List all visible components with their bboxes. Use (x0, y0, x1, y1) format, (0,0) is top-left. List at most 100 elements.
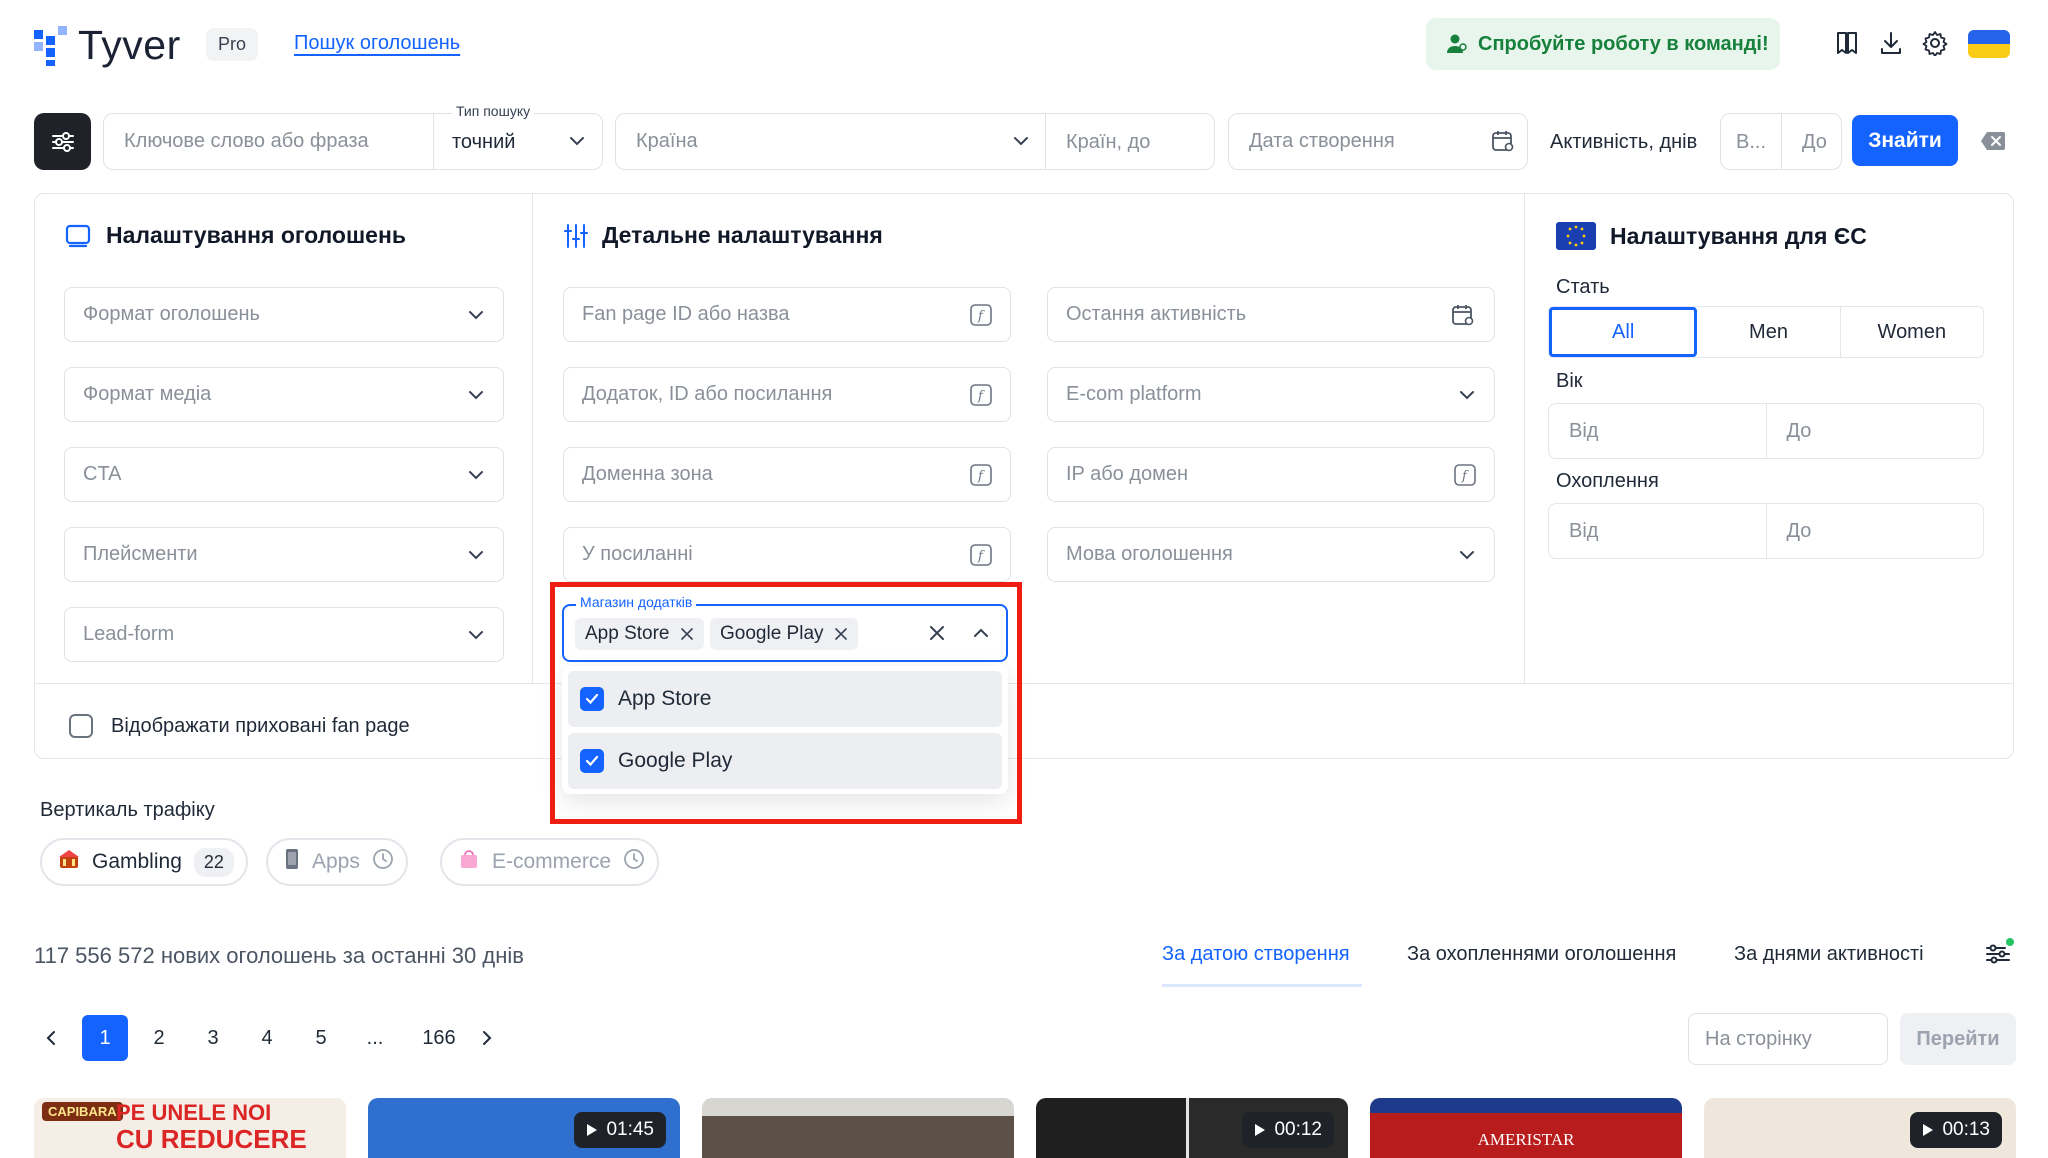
pill-label: Gambling (92, 850, 182, 873)
gear-icon[interactable] (1920, 28, 1950, 58)
search-type-label: Тип пошуку (452, 103, 535, 119)
team-trial-button[interactable]: Спробуйте роботу в команді! (1426, 18, 1780, 70)
clear-filters-icon[interactable] (1980, 130, 2006, 152)
per-page-input[interactable]: На сторінку (1688, 1013, 1888, 1065)
app-link-input[interactable]: Додаток, ID або посилання f (563, 367, 1011, 422)
reach-to-input[interactable]: До (1767, 504, 1984, 558)
casino-icon (58, 848, 80, 876)
ad-language-select[interactable]: Мова оголошення (1047, 527, 1495, 582)
function-icon: f (970, 383, 992, 406)
calendar-icon[interactable] (1490, 128, 1516, 154)
view-settings-icon[interactable] (1984, 938, 2014, 968)
page-button[interactable]: 3 (190, 1015, 236, 1061)
reach-from-input[interactable]: Від (1549, 504, 1767, 558)
search-ads-link[interactable]: Пошук оголошень (294, 32, 460, 55)
ad-thumbnail[interactable] (702, 1098, 1014, 1158)
fan-page-input[interactable]: Fan page ID або назва f (563, 287, 1011, 342)
divider (1524, 194, 1525, 684)
created-date-input[interactable]: Дата створення (1228, 113, 1528, 170)
user-icon (1446, 33, 1468, 55)
team-trial-label: Спробуйте роботу в команді! (1478, 32, 1769, 55)
apps-pill[interactable]: Apps (266, 838, 408, 886)
search-type-select[interactable]: точний (452, 131, 515, 154)
age-to-input[interactable]: До (1767, 404, 1984, 458)
gender-all-option[interactable]: All (1549, 307, 1698, 357)
sliders-icon (50, 129, 76, 155)
duration-label: 00:12 (1274, 1119, 1322, 1140)
page-button[interactable]: 2 (136, 1015, 182, 1061)
ad-thumbnail[interactable]: AMERISTAR (1370, 1098, 1682, 1158)
ad-thumbnail[interactable]: 00:13 (1704, 1098, 2016, 1158)
play-icon (1923, 1124, 1934, 1136)
fan-page-placeholder: Fan page ID або назва (582, 303, 790, 325)
divider (1781, 113, 1782, 170)
calendar-icon (1452, 304, 1474, 325)
ad-format-select[interactable]: Формат оголошень (64, 287, 504, 342)
country-placeholder: Країна (636, 130, 698, 152)
gender-women-option[interactable]: Women (1841, 307, 1983, 357)
last-activity-input[interactable]: Остання активність (1047, 287, 1495, 342)
age-range: Від До (1548, 403, 1984, 459)
next-page-icon[interactable] (464, 1015, 510, 1061)
page-button[interactable]: 4 (244, 1015, 290, 1061)
clock-icon (623, 848, 645, 876)
placements-select[interactable]: Плейсменти (64, 527, 504, 582)
media-format-select[interactable]: Формат медіа (64, 367, 504, 422)
thumb-brand: AMERISTAR (1477, 1130, 1575, 1149)
divider (433, 113, 434, 170)
in-link-input[interactable]: У посиланні f (563, 527, 1011, 582)
divider (532, 194, 533, 684)
duration-label: 01:45 (606, 1119, 654, 1140)
ad-thumbnail[interactable]: 01:45 (368, 1098, 680, 1158)
page-button[interactable]: 5 (298, 1015, 344, 1061)
ad-language-placeholder: Мова оголошення (1066, 543, 1233, 565)
eu-flag-icon (1556, 222, 1596, 250)
app-link-placeholder: Додаток, ID або посилання (582, 383, 833, 405)
activity-to-input[interactable]: До (1802, 131, 1827, 154)
sort-by-created-date[interactable]: За датою створення (1162, 943, 1350, 966)
ukraine-flag-icon[interactable] (1968, 30, 2010, 58)
in-link-placeholder: У посиланні (582, 543, 693, 565)
chevron-down-icon[interactable] (568, 132, 586, 150)
gender-men-option[interactable]: Men (1697, 307, 1841, 357)
ecom-platform-select[interactable]: E-com platform (1047, 367, 1495, 422)
page-button[interactable]: 166 (411, 1015, 467, 1061)
detailed-settings-title: Детальне налаштування (602, 222, 883, 248)
activity-from-input[interactable]: В... (1736, 131, 1766, 154)
sort-by-reach[interactable]: За охопленнями оголошення (1407, 943, 1676, 966)
bookmark-icon[interactable] (1832, 28, 1862, 58)
ad-thumbnail[interactable]: CAPIBARA PE UNELE NOI CU REDUCERE 40%! (34, 1098, 346, 1158)
sort-by-active-days[interactable]: За днями активності (1734, 943, 1924, 966)
shopping-bag-icon (458, 848, 480, 876)
chevron-down-icon (1460, 550, 1474, 559)
download-icon[interactable] (1876, 28, 1906, 58)
logo[interactable]: Tyver (34, 22, 181, 69)
ad-thumbnail[interactable]: 00:12 (1036, 1098, 1348, 1158)
chevron-down-icon (469, 550, 483, 559)
page-ellipsis: ... (366, 1026, 384, 1049)
eu-settings-header: Налаштування для ЄС (1556, 222, 1867, 250)
reach-range: Від До (1548, 503, 1984, 559)
keyword-input[interactable]: Ключове слово або фраза (103, 113, 603, 170)
lead-form-select[interactable]: Lead-form (64, 607, 504, 662)
go-button[interactable]: Перейти (1900, 1013, 2016, 1065)
created-date-placeholder: Дата створення (1249, 130, 1395, 152)
hidden-fanpage-label: Відображати приховані fan page (111, 715, 410, 737)
prev-page-icon[interactable] (28, 1015, 74, 1061)
filters-toggle-button[interactable] (34, 113, 91, 170)
ip-domain-input[interactable]: IP або домен f (1047, 447, 1495, 502)
chevron-down-icon[interactable] (1012, 132, 1030, 150)
detailed-settings-header: Детальне налаштування (564, 222, 883, 249)
page-button[interactable]: 1 (82, 1015, 128, 1061)
ecommerce-pill[interactable]: E-commerce (440, 838, 660, 886)
play-icon (1255, 1124, 1266, 1136)
pill-label: E-commerce (492, 850, 612, 873)
domain-zone-input[interactable]: Доменна зона f (563, 447, 1011, 502)
cta-select[interactable]: CTA (64, 447, 504, 502)
find-button[interactable]: Знайти (1852, 115, 1958, 166)
age-from-input[interactable]: Від (1549, 404, 1767, 458)
hidden-fanpage-checkbox[interactable] (69, 714, 93, 738)
tyver-logo-icon (34, 25, 68, 66)
countries-to-input[interactable]: Країн, до (1066, 131, 1150, 154)
gambling-pill[interactable]: Gambling 22 (40, 838, 248, 886)
